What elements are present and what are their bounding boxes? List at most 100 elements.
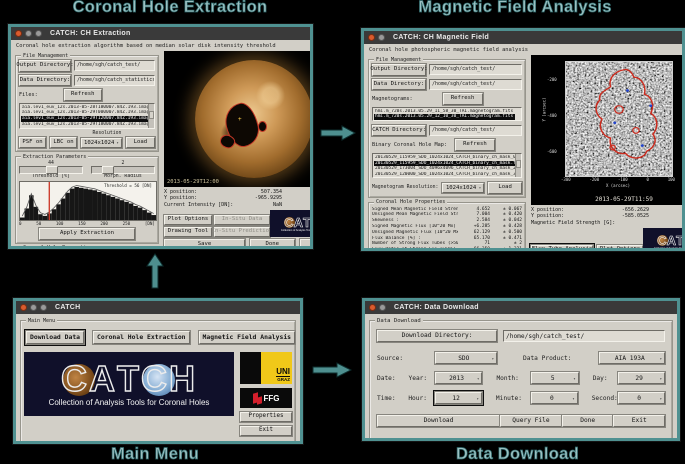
scrollbar[interactable]: [515, 153, 521, 177]
exit-button[interactable]: Exit: [613, 415, 665, 427]
exit-button[interactable]: Exit: [299, 239, 310, 246]
x-tick-labels: -300 -200 -100 0 100: [561, 177, 675, 182]
properties-button[interactable]: Properties: [240, 412, 292, 422]
load-button[interactable]: Load: [488, 181, 522, 194]
resolution-dropdown[interactable]: 1024x1024 ▾: [81, 137, 122, 148]
coronal-hole-extraction-button[interactable]: Coronal Hole Extraction: [93, 331, 190, 344]
done-button[interactable]: Done: [561, 415, 614, 427]
maximize-button-icon[interactable]: [40, 304, 47, 311]
logo-letter: A: [88, 358, 117, 399]
maximize-button-icon[interactable]: [35, 30, 42, 37]
download-data-button[interactable]: Download Data: [26, 331, 85, 344]
save-button[interactable]: Save: [164, 239, 245, 246]
drawing-tool-button[interactable]: Drawing Tool: [164, 227, 212, 238]
morph-slider-thumb[interactable]: [102, 166, 114, 175]
close-button-icon[interactable]: [368, 34, 375, 41]
scrollbar-thumb[interactable]: [516, 160, 521, 169]
logo-letter: H: [168, 358, 197, 399]
insitu-data-button[interactable]: In-Situ Data: [214, 215, 270, 226]
minimize-button-icon[interactable]: [30, 304, 37, 311]
magnetogram-image: [565, 61, 673, 177]
y-axis-label: Y (arcsec): [541, 97, 547, 122]
exit-button[interactable]: Exit: [240, 426, 292, 436]
second-value: 0: [637, 394, 642, 402]
data-download-frame: Data Download Download Directory: /home/…: [369, 317, 673, 438]
insitu-prediction-button[interactable]: In-Situ Prediction: [212, 227, 272, 238]
y-tick-label: -200: [547, 77, 557, 82]
apply-extraction-button[interactable]: Apply Extraction: [39, 228, 135, 240]
refresh-button[interactable]: Refresh: [63, 89, 102, 101]
output-directory-field[interactable]: /home/sgh/catch_test/: [429, 64, 522, 76]
logo-letter: A: [666, 232, 677, 248]
list-item-selected[interactable]: aia.lev1_euv_12s.2013-05-29T120007.84Z.1…: [21, 115, 148, 122]
day-dropdown[interactable]: 29 ▾: [617, 372, 665, 384]
refresh-button[interactable]: Refresh: [454, 139, 495, 151]
threshold-slider-thumb[interactable]: [46, 166, 58, 175]
data-product-dropdown[interactable]: AIA 193A ▾: [599, 352, 665, 364]
tick-label: 0: [19, 221, 22, 227]
close-button-icon[interactable]: [369, 304, 376, 311]
magnetogram-plot: Y (arcsec) -200 -400 -600 -300 -200 -100…: [531, 55, 682, 205]
data-directory-button[interactable]: Data Directory:: [19, 74, 71, 87]
binary-map-listbox[interactable]: 20130529_115959_SDO_1024x1024_CATCH_bina…: [372, 152, 522, 178]
scrollbar[interactable]: [148, 103, 154, 128]
close-button-icon[interactable]: [15, 30, 22, 37]
download-button[interactable]: Download: [377, 415, 500, 427]
list-item-selected[interactable]: hmi.m_720s.2013.05.29_12_10_30_TAI.magne…: [374, 114, 515, 120]
minimize-button-icon[interactable]: [25, 30, 32, 37]
readout-label: Current Intensity [DN]:: [164, 201, 234, 208]
heading-main-menu: Main Menu: [111, 445, 199, 464]
tick-label: 100: [55, 221, 64, 227]
files-listbox[interactable]: aia.lev1_euv_12s.2013-05-28T180007.84Z.1…: [19, 102, 155, 129]
intensity-histogram: Threshold = 56 [DN] 0 50 100 150 200 250…: [19, 181, 157, 227]
resolution-dropdown[interactable]: 1024x1024 ▾: [442, 182, 485, 193]
main-menu-frame: Main Menu Download Data Coronal Hole Ext…: [20, 317, 296, 441]
download-directory-button[interactable]: Download Directory:: [377, 330, 497, 342]
uni-logo-text: UNI: [276, 366, 290, 377]
load-button[interactable]: Load: [125, 136, 155, 149]
minute-dropdown[interactable]: 0 ▾: [530, 392, 578, 404]
second-dropdown[interactable]: 0 ▾: [617, 392, 665, 404]
catch-directory-field[interactable]: /home/sgh/catch_test/: [429, 125, 522, 137]
lbc-toggle-button[interactable]: LBC on: [50, 136, 77, 149]
resolution-label: Resolution: [92, 130, 122, 136]
tick-label: -100: [617, 177, 628, 182]
plot-options-button[interactable]: Plot Options: [164, 215, 212, 226]
list-item[interactable]: 20130529_120000_SDO_1024x1024_CATCH_bina…: [374, 172, 515, 177]
month-dropdown[interactable]: 5 ▾: [531, 372, 579, 384]
list-item[interactable]: 20130529_115959_SDO_1024x1024_CATCH_bina…: [374, 155, 515, 161]
minimize-button-icon[interactable]: [379, 304, 386, 311]
flux-tube-analysis-button[interactable]: Flux Tube Analysis: [531, 245, 593, 248]
window-data-download: CATCH: Data Download Data Download Downl…: [362, 298, 680, 441]
month-value: 5: [550, 374, 555, 382]
threshold-slider[interactable]: [19, 166, 83, 175]
output-directory-button[interactable]: Output Directory:: [16, 60, 74, 72]
titlebar: CATCH: CH Magnetic Field: [364, 31, 682, 44]
data-directory-field[interactable]: /home/sgh/catch_statistics/new_plot_refe…: [74, 74, 155, 86]
list-item[interactable]: 20130529_173004_SDO_4096x4096_CATCH_bina…: [374, 166, 515, 172]
scrollbar-thumb[interactable]: [149, 110, 154, 119]
property-mean: 66.350: [458, 247, 490, 248]
download-directory-field[interactable]: /home/sgh/catch_test/: [503, 330, 665, 342]
year-dropdown[interactable]: 2013 ▾: [435, 372, 483, 384]
morph-radius-slider[interactable]: [91, 166, 155, 175]
hour-dropdown[interactable]: 12 ▾: [434, 392, 482, 404]
output-directory-field[interactable]: /home/sgh/catch_test/: [74, 60, 155, 72]
done-button[interactable]: Done: [250, 239, 295, 246]
plot-options-button[interactable]: Plot Options: [597, 245, 643, 248]
list-item[interactable]: aia.lev1_euv_12s.2013-05-29T180007.84Z.1…: [21, 122, 148, 128]
output-directory-button[interactable]: Output Directory:: [370, 64, 428, 76]
magnetic-field-analysis-button[interactable]: Magnetic Field Analysis: [198, 331, 296, 344]
psf-toggle-button[interactable]: PSF on: [19, 136, 46, 149]
catch-directory-button[interactable]: CATCH Directory:: [372, 124, 426, 137]
uni-logo-text: GRAZ: [277, 376, 290, 382]
data-directory-button[interactable]: Data Directory:: [372, 78, 426, 91]
magnetograms-listbox[interactable]: hmi.m_720s.2013.05.29_11_58_30_TAI.magne…: [372, 106, 522, 121]
close-button-icon[interactable]: [20, 304, 27, 311]
chevron-down-icon: ▾: [478, 185, 482, 191]
minimize-button-icon[interactable]: [378, 34, 385, 41]
source-dropdown[interactable]: SDO ▾: [435, 352, 497, 364]
refresh-button[interactable]: Refresh: [442, 93, 483, 105]
query-file-button[interactable]: Query File: [499, 415, 562, 427]
data-directory-field[interactable]: /home/sgh/catch_test/: [429, 78, 522, 90]
